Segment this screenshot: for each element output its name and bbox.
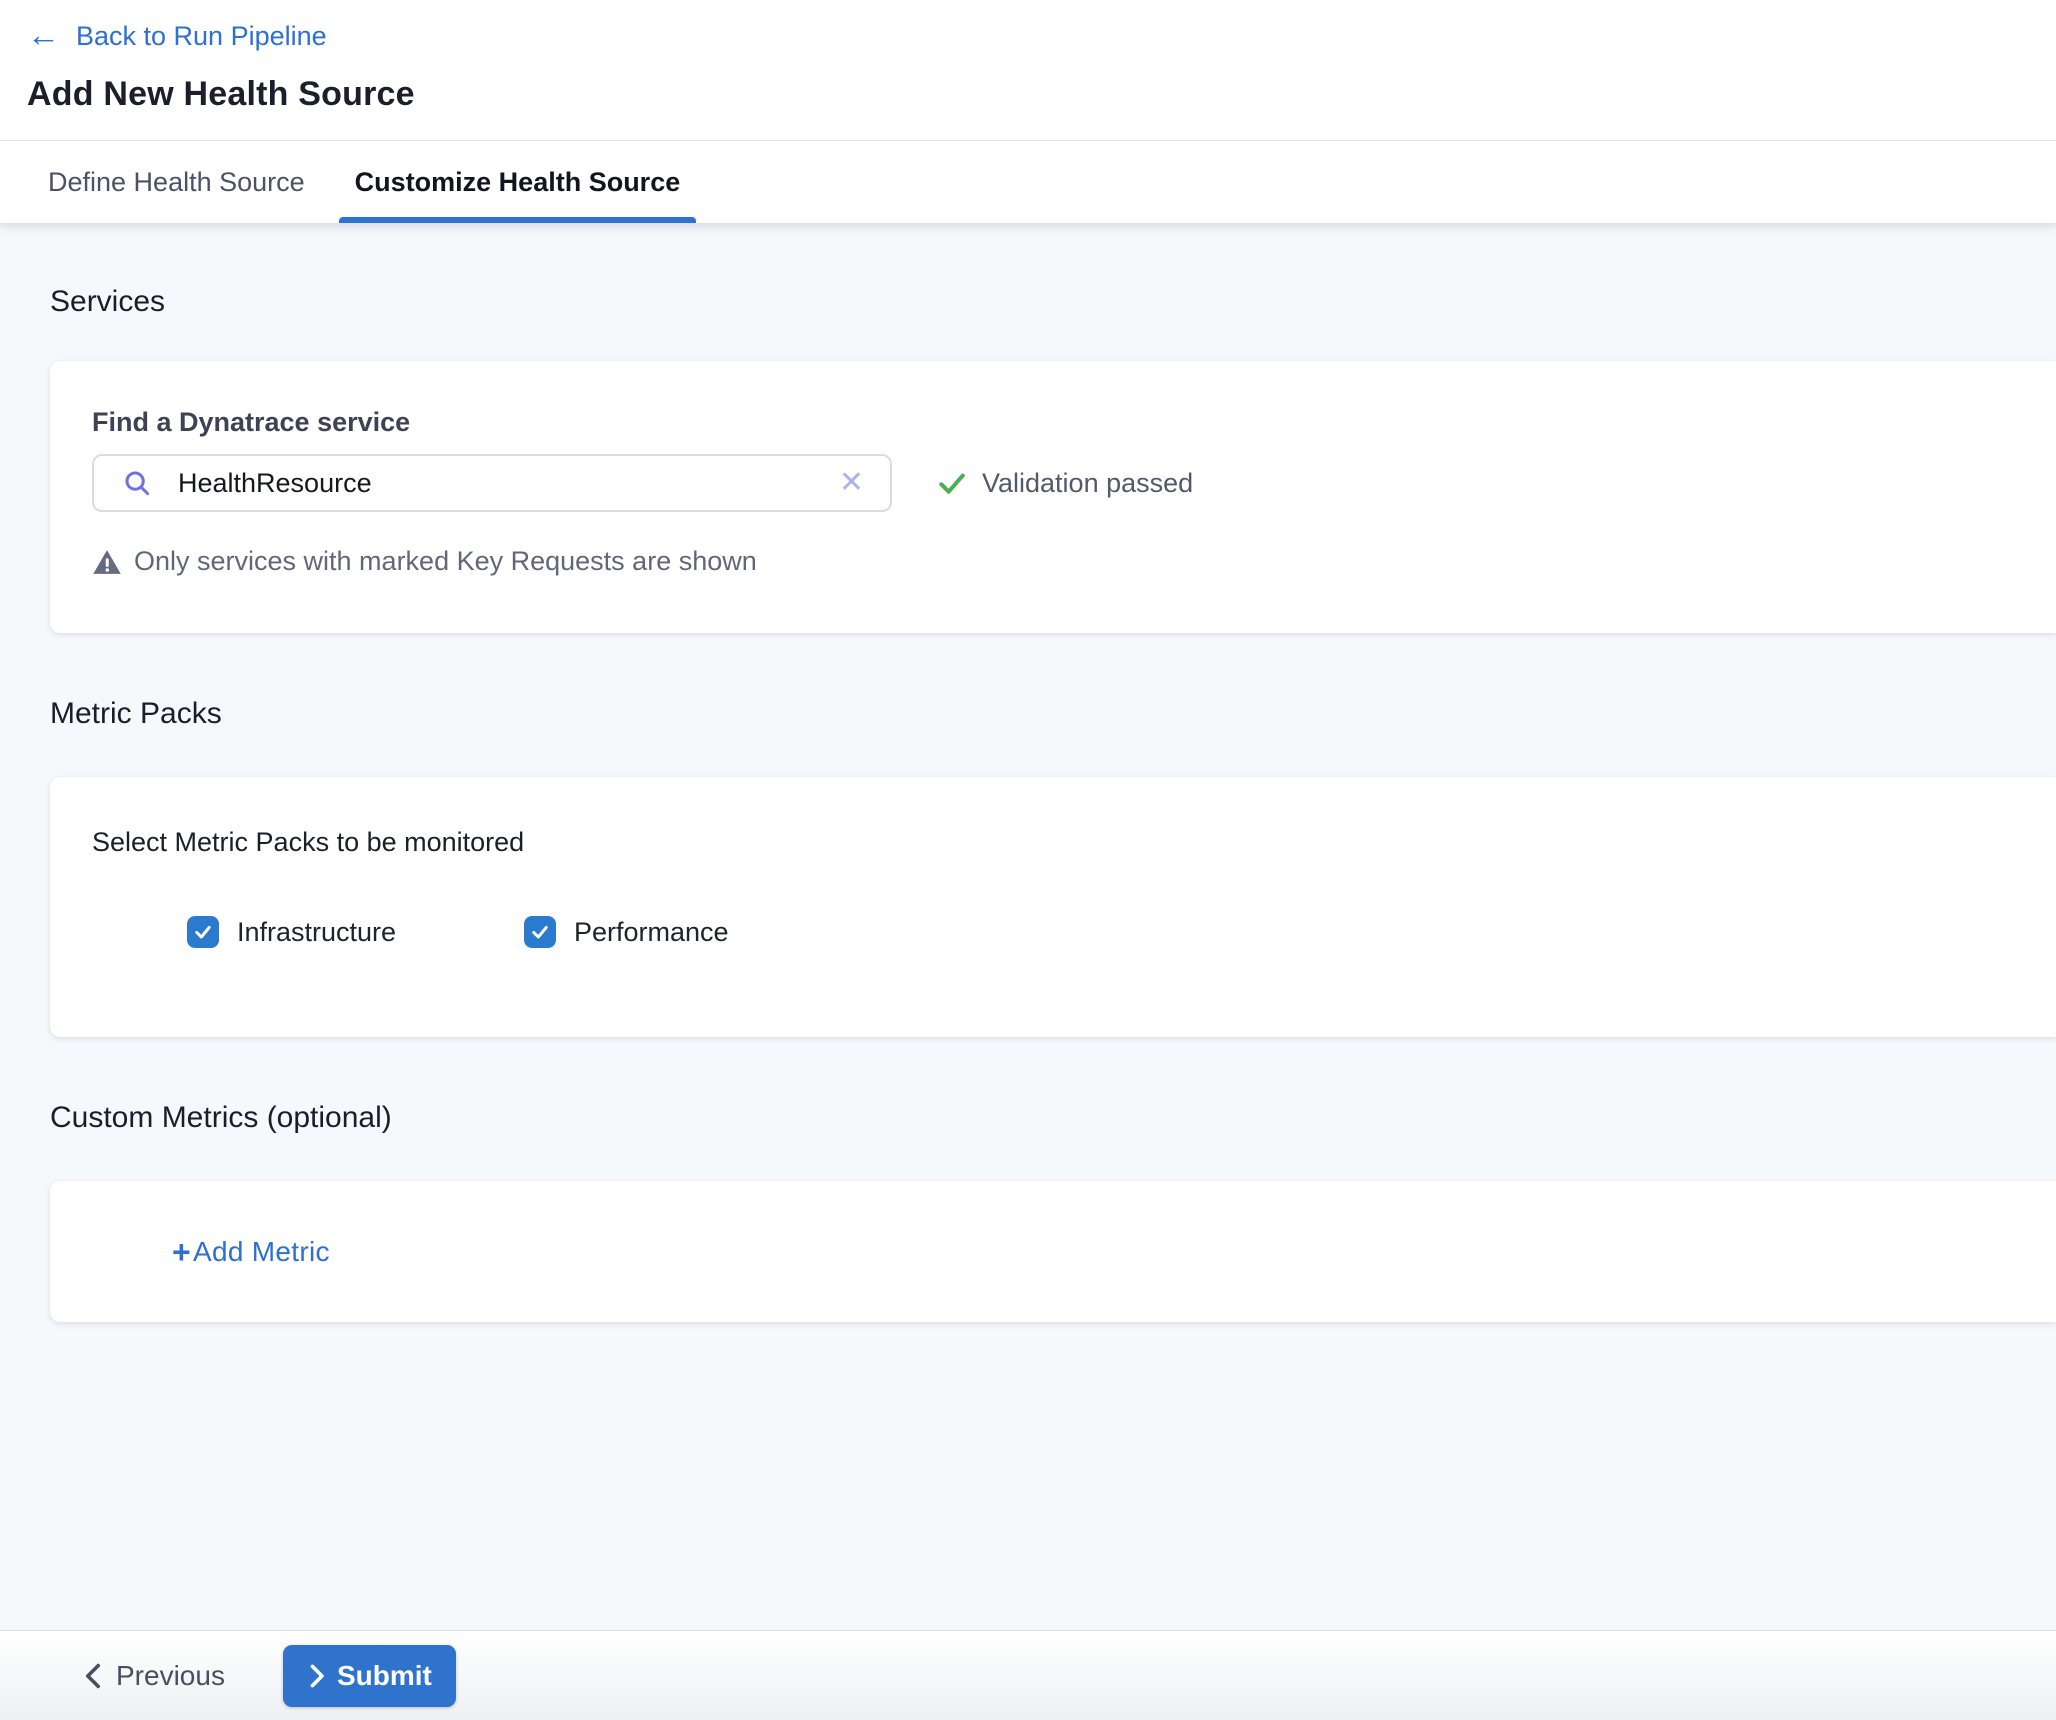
services-heading: Services xyxy=(50,223,2056,319)
services-card: Find a Dynatrace service ✕ Validation pa… xyxy=(50,361,2056,633)
tab-define-health-source[interactable]: Define Health Source xyxy=(32,141,321,223)
search-field-label: Find a Dynatrace service xyxy=(92,407,2056,438)
submit-button[interactable]: Submit xyxy=(283,1645,456,1707)
metric-packs-subheading: Select Metric Packs to be monitored xyxy=(92,827,2056,858)
magnifier-icon xyxy=(122,468,152,498)
services-warning: Only services with marked Key Requests a… xyxy=(92,546,2056,577)
main-content: Services Find a Dynatrace service ✕ Vali… xyxy=(0,223,2056,1630)
add-metric-label: Add Metric xyxy=(193,1236,330,1268)
check-icon xyxy=(936,467,968,499)
performance-label: Performance xyxy=(574,917,729,948)
custom-metrics-heading: Custom Metrics (optional) xyxy=(50,1101,2056,1135)
search-row: ✕ Validation passed xyxy=(92,454,2056,512)
arrow-left-icon: ← xyxy=(27,18,60,51)
tab-label: Customize Health Source xyxy=(355,167,681,198)
page-header: ← Back to Run Pipeline Add New Health So… xyxy=(0,0,2056,223)
validation-status: Validation passed xyxy=(936,467,1193,499)
previous-button[interactable]: Previous xyxy=(82,1660,225,1692)
metric-pack-infrastructure: Infrastructure xyxy=(187,916,524,948)
validation-text: Validation passed xyxy=(982,468,1193,499)
tab-label: Define Health Source xyxy=(48,167,305,198)
back-link-label: Back to Run Pipeline xyxy=(76,21,327,52)
plus-icon: + xyxy=(172,1236,191,1268)
tab-bar: Define Health Source Customize Health So… xyxy=(0,140,2056,223)
check-icon xyxy=(530,922,550,942)
check-icon xyxy=(193,922,213,942)
clear-search-icon[interactable]: ✕ xyxy=(839,468,864,498)
add-metric-button[interactable]: + Add Metric xyxy=(172,1236,330,1268)
custom-metrics-card: + Add Metric xyxy=(50,1181,2056,1322)
metric-pack-performance: Performance xyxy=(524,916,729,948)
page-title: Add New Health Source xyxy=(27,75,2056,114)
metric-packs-card: Select Metric Packs to be monitored Infr… xyxy=(50,777,2056,1037)
metric-packs-heading: Metric Packs xyxy=(50,697,2056,731)
header-top: ← Back to Run Pipeline Add New Health So… xyxy=(0,0,2056,140)
infrastructure-label: Infrastructure xyxy=(237,917,396,948)
metric-packs-options: Infrastructure Performance xyxy=(92,916,2056,948)
submit-label: Submit xyxy=(337,1660,432,1692)
warning-text: Only services with marked Key Requests a… xyxy=(134,546,757,577)
chevron-left-icon xyxy=(82,1663,104,1689)
chevron-right-icon xyxy=(307,1664,325,1688)
warning-triangle-icon xyxy=(92,547,122,577)
previous-label: Previous xyxy=(116,1660,225,1692)
service-search-box: ✕ xyxy=(92,454,892,512)
footer-bar: Previous Submit xyxy=(0,1630,2056,1720)
service-search-input[interactable] xyxy=(178,456,839,510)
infrastructure-checkbox[interactable] xyxy=(187,916,219,948)
performance-checkbox[interactable] xyxy=(524,916,556,948)
tab-customize-health-source[interactable]: Customize Health Source xyxy=(339,141,697,223)
back-to-run-pipeline-link[interactable]: ← Back to Run Pipeline xyxy=(27,20,327,53)
